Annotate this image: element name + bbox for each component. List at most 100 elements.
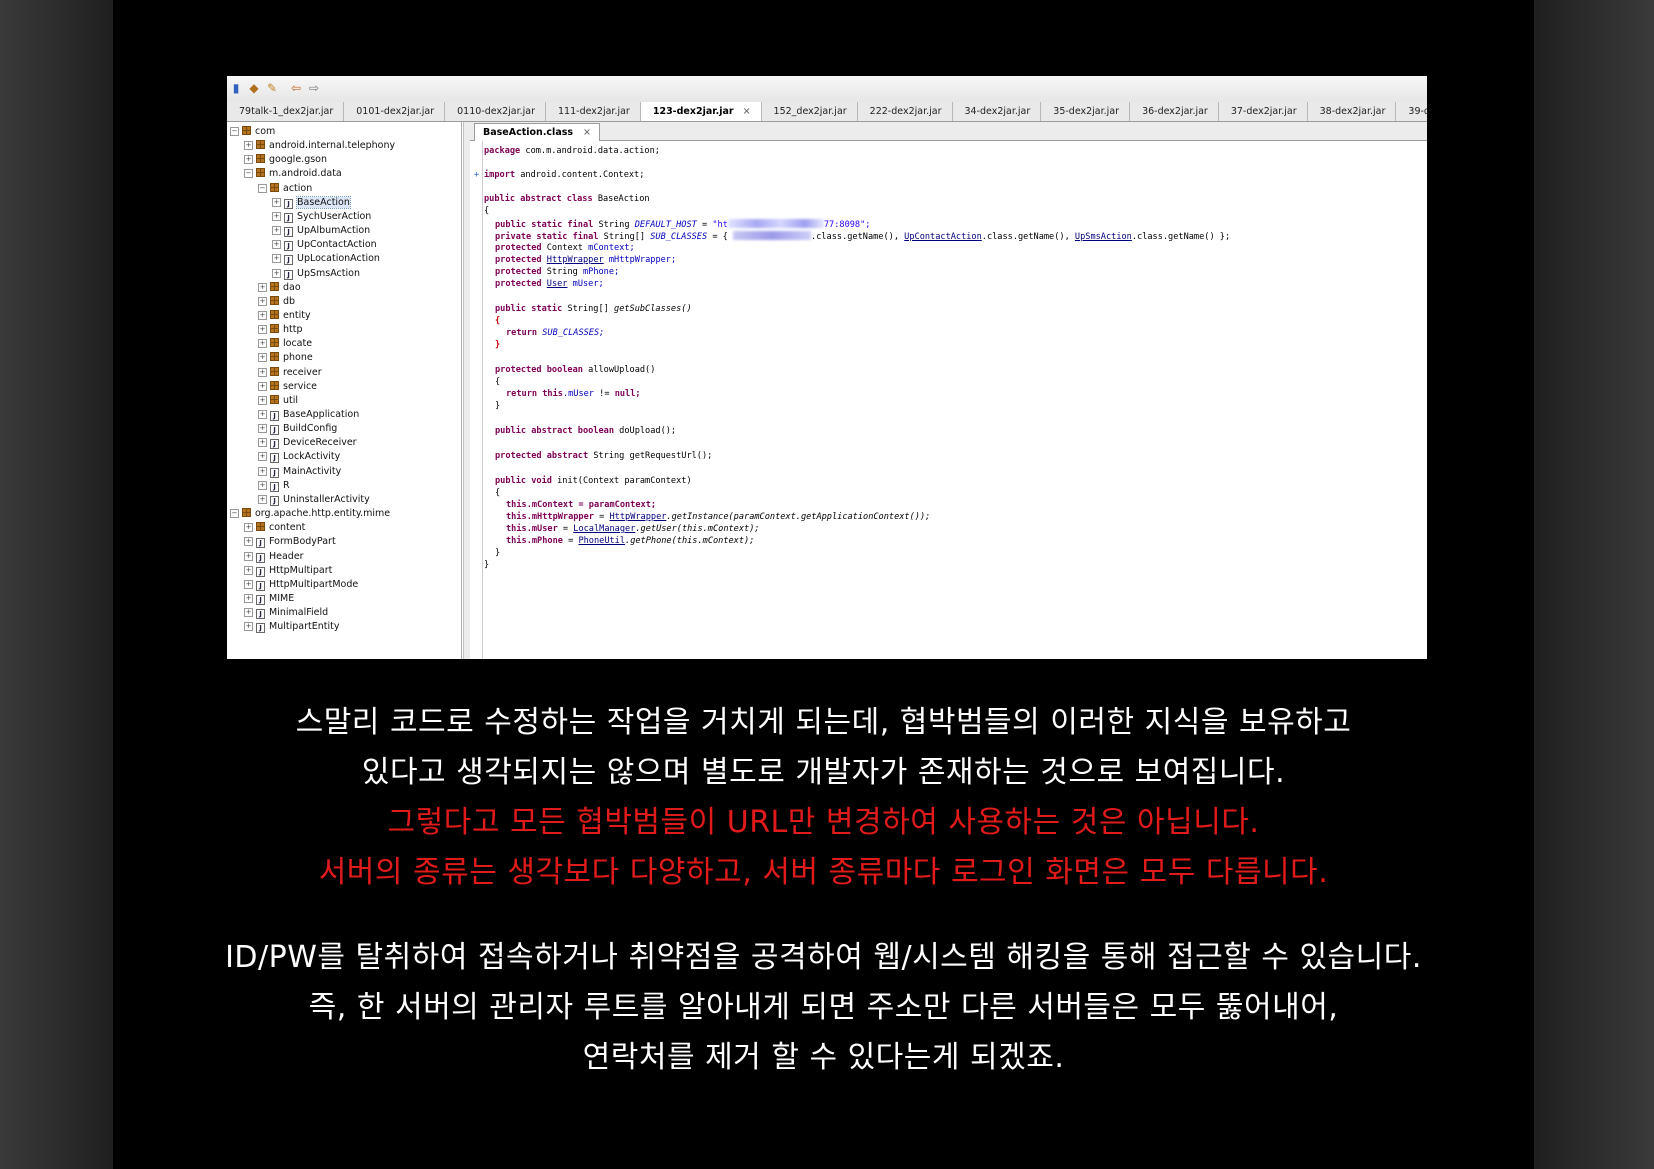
code-line-allow-upload: protected boolean allowUpload() bbox=[495, 365, 656, 375]
tree-item[interactable]: + entity bbox=[258, 309, 311, 323]
tree-item[interactable]: − m.android.data bbox=[244, 167, 342, 181]
tree-item[interactable]: + J MainActivity bbox=[258, 465, 341, 479]
file-tab[interactable]: 36-dex2jar.jar bbox=[1130, 102, 1219, 121]
tree-item[interactable]: + phone bbox=[258, 351, 313, 365]
file-tab[interactable]: 0101-dex2jar.jar bbox=[344, 102, 446, 121]
expand-icon[interactable]: + bbox=[258, 410, 267, 419]
tree-item[interactable]: + J DeviceReceiver bbox=[258, 436, 357, 450]
file-tab[interactable]: 38-dex2jar.jar bbox=[1308, 102, 1397, 121]
close-icon[interactable]: × bbox=[583, 127, 591, 138]
tree-item[interactable]: + J BaseApplication bbox=[258, 408, 359, 422]
expand-icon[interactable]: + bbox=[244, 608, 253, 618]
expand-icon[interactable]: + bbox=[258, 310, 267, 320]
expand-icon[interactable]: + bbox=[258, 480, 267, 490]
expand-icon[interactable]: + bbox=[258, 325, 267, 335]
expand-icon[interactable]: + bbox=[272, 268, 281, 278]
tree-item[interactable]: + J MinimalField bbox=[244, 606, 328, 620]
expand-icon[interactable]: + bbox=[258, 438, 267, 448]
file-tab[interactable]: 152_dex2jar.jar bbox=[762, 102, 858, 121]
tree-item[interactable]: + android.internal.telephony bbox=[244, 139, 395, 153]
tree-item[interactable]: + J UpLocationAction bbox=[272, 252, 380, 266]
tree-item[interactable]: + util bbox=[258, 394, 298, 408]
expand-icon[interactable]: + bbox=[244, 579, 253, 589]
expand-icon[interactable]: + bbox=[244, 593, 253, 603]
tree-item[interactable]: + http bbox=[258, 323, 303, 337]
back-arrow-icon[interactable]: ⇦ bbox=[289, 81, 303, 95]
expand-icon[interactable]: + bbox=[272, 197, 281, 207]
tree-item[interactable]: − com bbox=[230, 125, 275, 139]
tree-item-label: dao bbox=[283, 281, 301, 293]
expand-icon[interactable]: + bbox=[272, 226, 281, 236]
collapse-icon[interactable]: − bbox=[244, 169, 253, 179]
tree-item[interactable]: + J UpAlbumAction bbox=[272, 224, 370, 238]
tree-item[interactable]: + service bbox=[258, 380, 317, 394]
tree-item[interactable]: − org.apache.http.entity.mime bbox=[230, 507, 390, 521]
tree-item[interactable]: + J BaseAction bbox=[272, 195, 351, 210]
tree-item[interactable]: + J LockActivity bbox=[258, 450, 340, 464]
expand-icon[interactable]: + bbox=[258, 282, 267, 292]
expand-icon[interactable]: + bbox=[258, 452, 267, 462]
tree-item[interactable]: + J MIME bbox=[244, 592, 294, 606]
tree-item[interactable]: + J FormBodyPart bbox=[244, 535, 336, 549]
tree-item[interactable]: + J Header bbox=[244, 550, 304, 564]
expand-icon[interactable]: + bbox=[244, 523, 253, 533]
tree-item[interactable]: + locate bbox=[258, 337, 312, 351]
code-line-sub-classes: private static final String[] SUB_CLASSE… bbox=[495, 231, 1231, 242]
file-tab[interactable]: 111-dex2jar.jar bbox=[546, 102, 641, 121]
pencil-icon[interactable]: ✎ bbox=[265, 81, 279, 95]
expand-icon[interactable]: + bbox=[244, 155, 253, 165]
tree-item[interactable]: + db bbox=[258, 295, 295, 309]
tree-item[interactable]: + J MultipartEntity bbox=[244, 620, 339, 634]
tree-item[interactable]: + J HttpMultipartMode bbox=[244, 578, 358, 592]
tree-item[interactable]: + J UpSmsAction bbox=[272, 267, 360, 281]
tree-item[interactable]: + J SychUserAction bbox=[272, 210, 371, 224]
expand-icon[interactable]: + bbox=[244, 565, 253, 575]
file-tab[interactable]: 222-dex2jar.jar bbox=[858, 102, 953, 121]
class-file-icon: J bbox=[284, 269, 293, 280]
forward-arrow-icon[interactable]: ⇨ bbox=[307, 81, 321, 95]
collapse-icon[interactable]: − bbox=[230, 127, 239, 136]
tree-item[interactable]: + content bbox=[244, 521, 305, 535]
tree-item[interactable]: + receiver bbox=[258, 366, 322, 380]
file-tab[interactable]: 79talk-1_dex2jar.jar bbox=[227, 102, 345, 121]
expand-icon[interactable]: + bbox=[258, 381, 267, 391]
expand-icon[interactable]: + bbox=[258, 353, 267, 363]
file-tab[interactable]: 37-dex2jar.jar bbox=[1219, 102, 1308, 121]
fold-marker-icon[interactable]: + bbox=[474, 170, 479, 181]
close-icon[interactable]: × bbox=[743, 106, 751, 117]
expand-icon[interactable]: + bbox=[258, 296, 267, 306]
package-icon[interactable]: ◆ bbox=[247, 81, 261, 95]
collapse-icon[interactable]: − bbox=[258, 183, 267, 193]
collapse-icon[interactable]: − bbox=[230, 509, 239, 519]
expand-icon[interactable]: + bbox=[258, 339, 267, 349]
stop-icon[interactable]: ▮ bbox=[229, 81, 243, 95]
expand-icon[interactable]: + bbox=[272, 240, 281, 250]
file-tab[interactable]: 0110-dex2jar.jar bbox=[445, 102, 547, 121]
file-tab[interactable]: 123-dex2jar.jar × bbox=[640, 102, 762, 121]
expand-icon[interactable]: + bbox=[258, 494, 267, 504]
expand-icon[interactable]: + bbox=[258, 424, 267, 434]
expand-icon[interactable]: + bbox=[258, 367, 267, 377]
expand-icon[interactable]: + bbox=[258, 466, 267, 476]
expand-icon[interactable]: + bbox=[244, 537, 253, 547]
expand-icon[interactable]: + bbox=[272, 254, 281, 264]
tree-item[interactable]: + J BuildConfig bbox=[258, 422, 337, 436]
expand-icon[interactable]: + bbox=[258, 395, 267, 405]
tree-item[interactable]: + google.gson bbox=[244, 153, 327, 167]
package-icon bbox=[270, 352, 279, 362]
tree-item[interactable]: − action bbox=[258, 182, 312, 196]
tree-item[interactable]: + J UpContactAction bbox=[272, 238, 377, 252]
tree-item[interactable]: + J R bbox=[258, 479, 290, 493]
expand-icon[interactable]: + bbox=[244, 622, 253, 632]
expand-icon[interactable]: + bbox=[244, 141, 253, 151]
file-tab[interactable]: 35-dex2jar.jar bbox=[1041, 102, 1131, 121]
class-file-icon: J bbox=[270, 439, 279, 450]
file-tab[interactable]: 39-dex2jar.jar bbox=[1396, 102, 1427, 121]
expand-icon[interactable]: + bbox=[244, 551, 253, 561]
tree-item[interactable]: + J HttpMultipart bbox=[244, 564, 332, 578]
editor-tab-baseaction[interactable]: BaseAction.class × bbox=[474, 123, 601, 141]
file-tab[interactable]: 34-dex2jar.jar bbox=[953, 102, 1042, 121]
tree-item[interactable]: + J UninstallerActivity bbox=[258, 493, 370, 507]
tree-item[interactable]: + dao bbox=[258, 281, 301, 295]
expand-icon[interactable]: + bbox=[272, 211, 281, 221]
